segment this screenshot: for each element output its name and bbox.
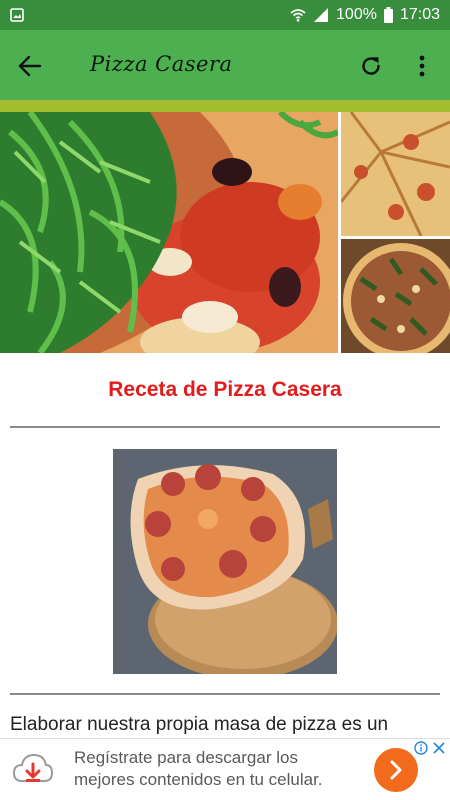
more-vert-icon [419, 55, 425, 77]
status-right: 100% 17:03 [290, 6, 440, 24]
more-options-button[interactable] [410, 50, 434, 82]
battery-icon [383, 7, 393, 23]
accent-strip [0, 100, 450, 112]
ad-text: Regístrate para descargar los mejores co… [74, 747, 364, 791]
hero-pizza-arugula-image [0, 112, 338, 353]
divider [10, 693, 440, 695]
info-icon [414, 741, 428, 755]
arrow-back-icon [18, 55, 42, 77]
ad-text-line2: mejores contenidos en tu celular. [74, 770, 323, 789]
page-title: Pizza Casera [90, 52, 233, 76]
image-notification-icon [10, 8, 24, 22]
ad-banner[interactable]: Regístrate para descargar los mejores co… [0, 738, 450, 800]
intro-paragraph: Elaborar nuestra propia masa de pizza es… [10, 714, 389, 735]
status-bar: 100% 17:03 [0, 0, 450, 30]
status-time: 17:03 [399, 6, 440, 23]
recipe-title: Receta de Pizza Casera [108, 378, 342, 401]
recipe-photo [113, 449, 337, 674]
close-icon [433, 742, 445, 754]
battery-percent: 100% [336, 6, 377, 23]
hero-collage [0, 112, 450, 353]
ad-text-line1: Regístrate para descargar los [74, 748, 298, 767]
app-bar: Pizza Casera [0, 30, 450, 100]
cloud-download-icon [12, 751, 54, 789]
divider [10, 426, 440, 428]
ad-close-button[interactable] [432, 741, 446, 755]
wifi-icon [290, 9, 306, 22]
hero-pizza-spinach-image [341, 239, 450, 353]
signal-icon [314, 8, 329, 22]
refresh-icon [362, 57, 380, 75]
status-left [10, 8, 24, 22]
refresh-button[interactable] [355, 50, 387, 82]
ad-info-button[interactable] [414, 741, 428, 755]
hero-pizza-slices-image [341, 112, 450, 236]
chevron-right-icon [390, 760, 402, 780]
ad-cta-button[interactable] [374, 748, 418, 792]
back-button[interactable] [14, 52, 46, 80]
